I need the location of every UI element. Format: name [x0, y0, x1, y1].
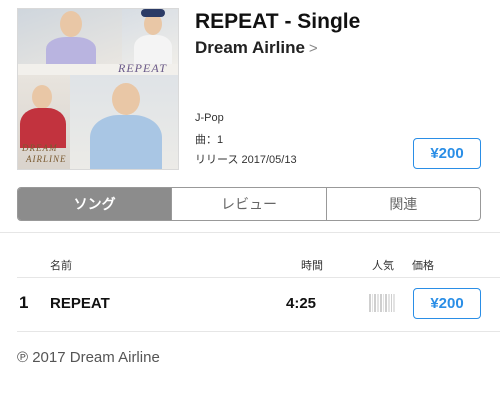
- tab-songs[interactable]: ソング: [18, 188, 172, 220]
- track-duration: 4:25: [286, 295, 317, 312]
- track-price-button[interactable]: ¥200: [413, 288, 481, 319]
- track-count: 曲：1: [195, 134, 224, 146]
- artwork-text-top: REPEAT: [118, 61, 167, 75]
- artist-name: Dream Airline: [195, 38, 305, 57]
- column-header-name: 名前: [50, 260, 72, 272]
- track-name: REPEAT: [50, 295, 110, 312]
- artwork-photo-1: [18, 9, 122, 64]
- tab-reviews[interactable]: レビュー: [171, 188, 325, 220]
- copyright-text: ℗ 2017 Dream Airline: [17, 349, 160, 366]
- row-divider: [17, 331, 500, 332]
- section-divider: [0, 232, 500, 233]
- chevron-right-icon: >: [308, 40, 318, 57]
- artwork-text-bottom-2: AIRLINE: [26, 154, 67, 164]
- column-header-time: 時間: [301, 260, 323, 272]
- track-number: 1: [19, 293, 29, 312]
- column-header-popularity: 人気: [372, 260, 394, 272]
- column-header-price: 価格: [412, 260, 434, 272]
- release-date: リリース 2017/05/13: [195, 154, 297, 166]
- tab-related[interactable]: 関連: [325, 188, 480, 220]
- artist-link[interactable]: Dream Airline >: [195, 38, 318, 58]
- artwork-text-bottom-1: DREAM: [22, 143, 58, 153]
- artwork-photo-2: [122, 9, 178, 64]
- genre: J-Pop: [195, 112, 224, 124]
- artwork-photo-4: [70, 75, 178, 169]
- segmented-control: ソング レビュー 関連: [17, 187, 481, 221]
- album-artwork[interactable]: REPEAT DREAM AIRLINE: [17, 8, 179, 170]
- album-title: REPEAT - Single: [195, 10, 361, 33]
- popularity-bar: [369, 294, 396, 312]
- album-price-button[interactable]: ¥200: [413, 138, 481, 169]
- header-divider: [17, 277, 500, 278]
